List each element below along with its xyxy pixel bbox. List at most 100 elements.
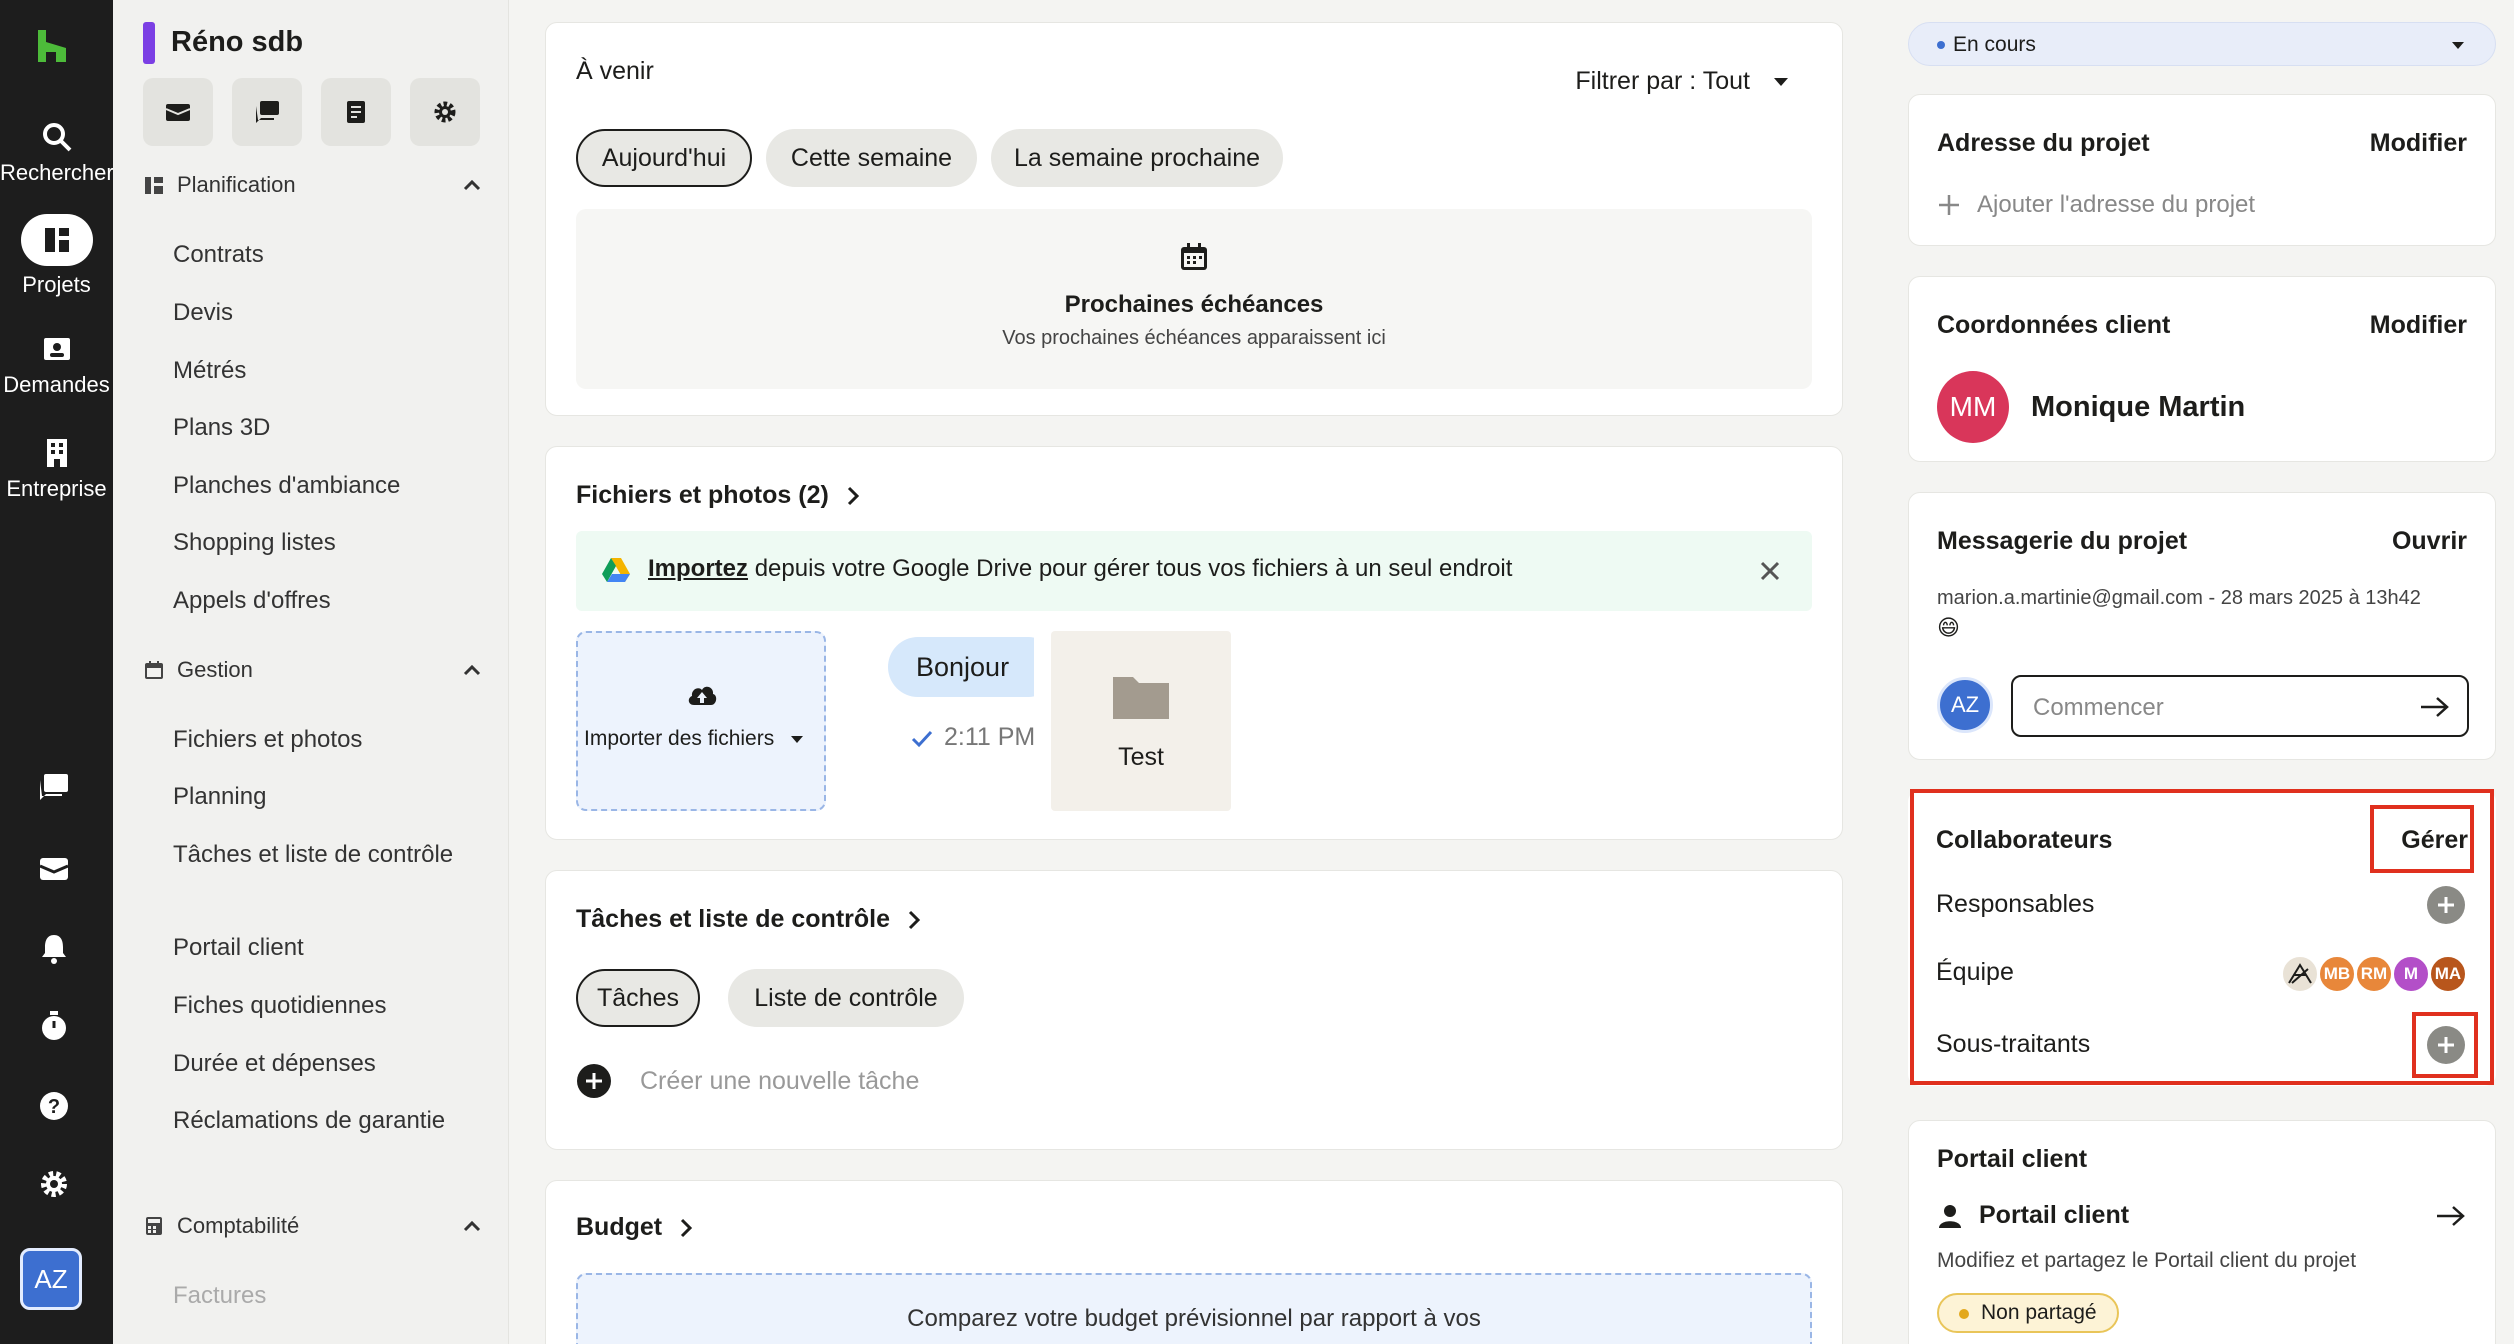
status-dropdown[interactable]: En cours	[1908, 22, 2496, 66]
section-accounting-header[interactable]: Comptabilité	[143, 1208, 483, 1244]
drive-import-link[interactable]: Importez	[648, 555, 748, 582]
client-card: Coordonnées client Modifier MM Monique M…	[1908, 276, 2496, 462]
cloud-upload-icon	[688, 686, 717, 705]
settings-gear-icon[interactable]	[36, 1166, 72, 1202]
app-rail: Rechercher Projets Demandes Entreprise ?…	[0, 0, 114, 1344]
houzz-logo-icon[interactable]	[32, 26, 72, 66]
project-color-bar	[143, 22, 155, 64]
chip-next-week[interactable]: La semaine prochaine	[991, 129, 1283, 187]
chip-checklist[interactable]: Liste de contrôle	[728, 969, 964, 1027]
nav-warranty-claims[interactable]: Réclamations de garantie	[173, 1103, 493, 1139]
portal-card: Portail client Portail client Modifiez e…	[1908, 1120, 2496, 1344]
nav-files-photos[interactable]: Fichiers et photos	[173, 722, 493, 758]
messaging-open-link[interactable]: Ouvrir	[2392, 527, 2467, 556]
nav-quotes[interactable]: Devis	[173, 295, 493, 331]
messaging-title: Messagerie du projet	[1937, 527, 2188, 555]
new-task-label: Créer une nouvelle tâche	[640, 1066, 920, 1095]
quick-mail-button[interactable]	[143, 78, 213, 146]
chat-icon[interactable]	[36, 770, 72, 806]
stopwatch-icon[interactable]	[36, 1008, 72, 1044]
budget-header-link[interactable]: Budget	[576, 1213, 696, 1242]
quick-settings-button[interactable]	[410, 78, 480, 146]
mail-icon	[165, 104, 191, 121]
chevron-up-icon	[463, 179, 481, 191]
planning-icon	[145, 177, 163, 194]
help-icon[interactable]: ?	[36, 1088, 72, 1124]
check-icon	[911, 730, 933, 748]
messaging-emoji: 😄	[1937, 615, 1960, 640]
address-title: Adresse du projet	[1937, 129, 2150, 157]
upload-button[interactable]: Importer des fichiers	[584, 727, 806, 751]
notes-icon	[347, 101, 365, 123]
contact-card-icon	[43, 338, 70, 360]
nav-3d-plans[interactable]: Plans 3D	[173, 410, 493, 446]
bell-icon[interactable]	[36, 930, 72, 966]
section-management-header[interactable]: Gestion	[143, 652, 483, 688]
files-title: Fichiers et photos (2)	[576, 481, 829, 509]
chat-icon	[256, 101, 279, 123]
user-avatar[interactable]: AZ	[20, 1248, 82, 1310]
rail-requests[interactable]: Demandes	[0, 332, 113, 398]
nav-tenders[interactable]: Appels d'offres	[173, 583, 493, 619]
client-avatar: MM	[1937, 371, 2009, 443]
chip-tasks[interactable]: Tâches	[576, 969, 700, 1027]
nav-invoices[interactable]: Factures	[173, 1278, 493, 1314]
calendar-icon	[145, 661, 163, 679]
nav-time-expenses[interactable]: Durée et dépenses	[173, 1046, 493, 1082]
upload-dropzone[interactable]: Importer des fichiers	[576, 631, 826, 811]
chat-bubble: Bonjour	[888, 637, 1034, 697]
nav-shopping-lists[interactable]: Shopping listes	[173, 525, 493, 561]
portal-desc: Modifiez et partagez le Portail client d…	[1937, 1249, 2357, 1272]
rail-projects-label: Projets	[22, 272, 91, 297]
client-edit-link[interactable]: Modifier	[2370, 311, 2467, 340]
filter-dropdown[interactable]: Filtrer par : Tout	[1575, 67, 1792, 96]
nav-moodboards[interactable]: Planches d'ambiance	[173, 468, 493, 504]
building-icon	[46, 439, 67, 467]
nav-daily-logs[interactable]: Fiches quotidiennes	[173, 988, 493, 1024]
nav-schedule[interactable]: Planning	[173, 779, 493, 815]
plus-circle-icon	[577, 1064, 611, 1098]
drive-banner: Importez depuis votre Google Drive pour …	[576, 531, 1812, 611]
person-icon	[1939, 1204, 1961, 1228]
rail-company[interactable]: Entreprise	[0, 436, 113, 502]
section-planning-header[interactable]: Planification	[143, 167, 483, 203]
upcoming-empty-state: Prochaines échéances Vos prochaines éché…	[576, 209, 1812, 389]
tasks-header-link[interactable]: Tâches et liste de contrôle	[576, 905, 924, 934]
new-task-button[interactable]: Créer une nouvelle tâche	[576, 1063, 919, 1099]
nav-contracts[interactable]: Contrats	[173, 237, 493, 273]
files-header-link[interactable]: Fichiers et photos (2)	[576, 481, 863, 510]
search-icon	[42, 123, 71, 152]
folder-test[interactable]: Test	[1051, 631, 1231, 811]
nav-takeoffs[interactable]: Métrés	[173, 353, 493, 389]
rail-projects[interactable]: Projets	[0, 214, 113, 298]
message-input[interactable]: Commencer	[2011, 675, 2469, 737]
address-edit-link[interactable]: Modifier	[2370, 129, 2467, 158]
chip-today[interactable]: Aujourd'hui	[576, 129, 752, 187]
file-thumb-chat[interactable]: Bonjour 2:11 PM	[888, 637, 1034, 807]
quick-notes-button[interactable]	[321, 78, 391, 146]
rail-company-label: Entreprise	[6, 476, 107, 501]
project-title: Réno sdb	[171, 26, 304, 58]
portal-item[interactable]: Portail client	[1937, 1201, 2467, 1230]
arrow-right-icon[interactable]	[2419, 695, 2451, 719]
close-icon[interactable]	[1758, 559, 1782, 583]
chevron-right-icon	[681, 1218, 693, 1237]
projects-icon	[44, 228, 69, 252]
budget-text: Comparez votre budget prévisionnel par r…	[907, 1305, 1481, 1332]
tasks-card: Tâches et liste de contrôle Tâches Liste…	[545, 870, 1843, 1150]
chip-this-week[interactable]: Cette semaine	[766, 129, 977, 187]
calculator-icon	[146, 1217, 162, 1235]
nav-client-portal[interactable]: Portail client	[173, 930, 493, 966]
quick-chat-button[interactable]	[232, 78, 302, 146]
portal-badge-label: Non partagé	[1981, 1301, 2097, 1324]
badge-dot	[1959, 1309, 1969, 1319]
nav-tasks-checklist[interactable]: Tâches et liste de contrôle	[173, 837, 493, 873]
rail-search[interactable]: Rechercher	[0, 120, 114, 186]
upload-label: Importer des fichiers	[584, 727, 775, 750]
inbox-icon[interactable]	[36, 850, 72, 886]
client-name[interactable]: Monique Martin	[2031, 391, 2245, 424]
add-address-button[interactable]: Ajouter l'adresse du projet	[1937, 191, 2255, 219]
portal-status-badge: Non partagé	[1937, 1293, 2119, 1333]
budget-title: Budget	[576, 1213, 663, 1241]
messaging-card: Messagerie du projet Ouvrir marion.a.mar…	[1908, 492, 2496, 760]
